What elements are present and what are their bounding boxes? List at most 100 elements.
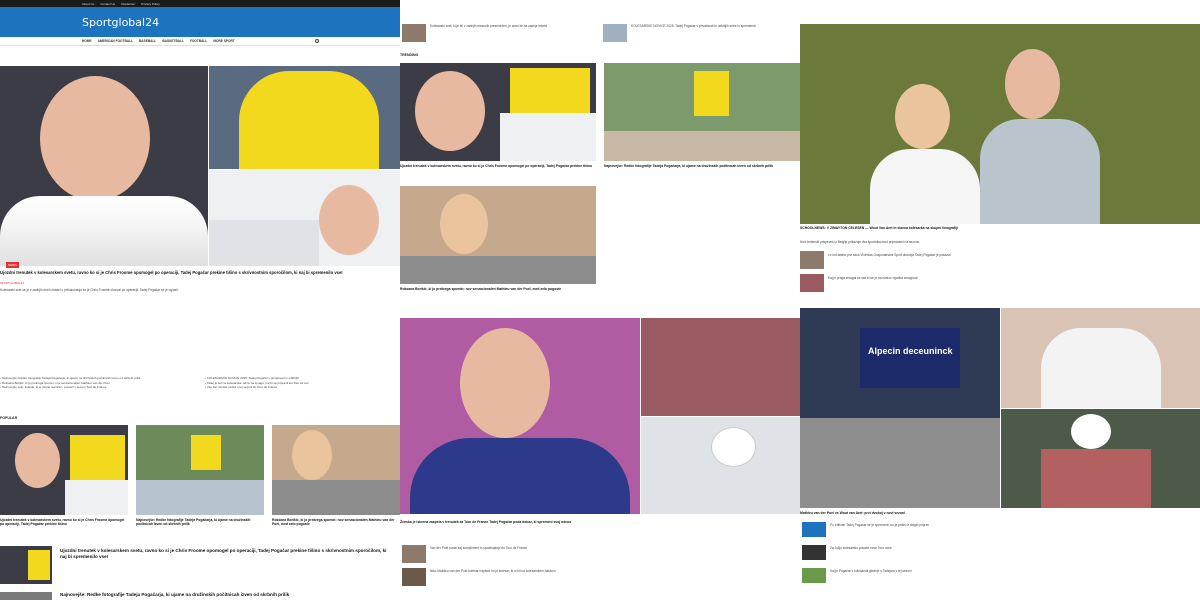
hero-meta: SPORTGLOBAL24: [0, 281, 24, 285]
topbar-link[interactable]: Contact Us: [100, 2, 115, 6]
hero-headline[interactable]: Ujozdni trenutek v kolesarskem svetu, ra…: [0, 270, 360, 275]
white-shirt: [870, 149, 980, 224]
nav-item-basketball[interactable]: BASKETBALL: [162, 39, 184, 43]
list-headline[interactable]: Kaj je Pogačar v kolesarski gibanje s Ta…: [830, 569, 1190, 573]
section-title: POPULAR: [0, 416, 18, 420]
patient-face: [319, 185, 379, 255]
hospital-thumb: [65, 480, 128, 515]
yellow-jersey: [70, 435, 125, 480]
yellow-jersey: [28, 550, 50, 580]
side-image[interactable]: [641, 318, 800, 416]
yellow-jersey: [694, 71, 729, 116]
trend-image[interactable]: [400, 63, 596, 161]
photo-strip: [400, 256, 596, 284]
list-headline[interactable]: Niko Mathieu van der Poel kolesar napisa…: [430, 569, 790, 573]
list-headline[interactable]: Po trditvah Tadej Pogačar se je spremeni…: [830, 523, 1190, 527]
side-image[interactable]: [641, 417, 800, 514]
list-thumb[interactable]: [402, 568, 426, 586]
jersey: [1041, 449, 1151, 508]
category-tag[interactable]: NEWS: [6, 262, 19, 268]
helmet: [1071, 414, 1111, 449]
topbar-link[interactable]: Privacy Policy: [141, 2, 160, 6]
list-thumb[interactable]: [802, 522, 826, 537]
yellow-jersey: [510, 68, 590, 113]
yellow-jersey: [239, 71, 379, 169]
rider-face: [40, 76, 150, 201]
card-image[interactable]: [136, 425, 264, 515]
top-links-bar: About Us Contact Us Disclaimer Privacy P…: [0, 0, 400, 7]
list-headline[interactable]: Kaj je praga zmagal za vse ki se je na n…: [828, 276, 1188, 280]
jersey: [410, 438, 630, 514]
list-headline[interactable]: Kolesarski svet, ki je bil v zadnjih mes…: [430, 24, 595, 28]
list-thumb[interactable]: [0, 592, 52, 600]
hero-image-main[interactable]: [0, 66, 208, 266]
card-image[interactable]: [0, 425, 128, 515]
site-logo[interactable]: Sportglobal24: [82, 16, 159, 29]
feature-image[interactable]: [400, 186, 596, 284]
page-capture-left: About Us Contact Us Disclaimer Privacy P…: [0, 0, 400, 600]
list-thumb[interactable]: [802, 568, 826, 583]
list-thumb[interactable]: [800, 274, 824, 292]
rider-face: [460, 328, 550, 438]
main-nav: HOME AMERICAN FOOTBALL BASEBALL BASKETBA…: [0, 37, 400, 46]
hero-headline[interactable]: SCHOOLNEWS: V ZIMAYTON CELESEN — Wout Va…: [800, 226, 1190, 230]
list-headline[interactable]: KOLESARSKE NOVICE 2025: Tadej Pogačar v …: [631, 24, 796, 28]
related-link[interactable]: Najnovejše zelo: kolesar, ki je skoraj r…: [0, 385, 195, 390]
big-image-cyclist[interactable]: [400, 318, 640, 514]
trend-headline[interactable]: Ujozdni trenutek v kolesarskem svetu, ra…: [400, 164, 596, 168]
hero-lead: Kolesarski svet se je v zadnjih dneh zna…: [0, 288, 179, 292]
trend-image[interactable]: [604, 63, 800, 161]
feature-headline[interactable]: Roksana Borikić, ki jo prekrega spomin: …: [400, 287, 596, 291]
page-capture-right: SCHOOLNEWS: V ZIMAYTON CELESEN — Wout Va…: [800, 0, 1200, 600]
list-headline[interactable]: Za Julijo kolesarsko pokaže nove Tour no…: [830, 546, 1190, 550]
alpecin-image[interactable]: Alpecin deceuninck: [800, 308, 1000, 508]
nav-item-home[interactable]: HOME: [82, 39, 92, 43]
page-capture-middle: Kolesarski svet, ki je bil v zadnjih mes…: [400, 0, 800, 600]
card-headline[interactable]: Roksana Borikić, ki jo prekrega spomin: …: [272, 518, 400, 527]
hero-image-couple[interactable]: [800, 24, 1200, 224]
woman-face: [440, 194, 488, 254]
hero-lead: Novi tedenski prispevek iz Belgije prika…: [800, 240, 921, 244]
search-icon[interactable]: [315, 39, 319, 43]
list-headline[interactable]: Ujozdni trenutek v kolesarskem svetu, ra…: [60, 548, 390, 560]
related-link[interactable]: Vse kar morate vedeti o tej sezoni do To…: [205, 385, 400, 390]
list-thumb[interactable]: [0, 546, 52, 584]
list-thumb[interactable]: [800, 251, 824, 269]
card-headline[interactable]: Najnovejše: Redke fotografije Tadeja Pog…: [136, 518, 264, 527]
list-headline[interactable]: Le kot lastna prvi skok Viverkas Gospoda…: [828, 253, 1188, 257]
side-image[interactable]: [1001, 308, 1200, 408]
list-thumb[interactable]: [802, 545, 826, 560]
grey-shirt: [980, 119, 1100, 224]
photo-strip: [272, 480, 400, 515]
card-image[interactable]: [272, 425, 400, 515]
yellow-jersey: [191, 435, 221, 470]
side-image[interactable]: [1001, 409, 1200, 508]
hero-image-hospital[interactable]: [209, 170, 400, 266]
nav-item-american-football[interactable]: AMERICAN FOOTBALL: [98, 39, 133, 43]
hero-image-yellow[interactable]: [209, 66, 400, 169]
card-headline[interactable]: Ujozdni trenutek v kolesarskem svetu, ra…: [0, 518, 128, 527]
list-thumb[interactable]: [402, 24, 426, 42]
alpecin-text: Alpecin deceuninck: [868, 346, 953, 356]
photo-strip: [136, 480, 264, 515]
big-headline[interactable]: Ženska je iskrena zaspela v trenutek za …: [400, 520, 780, 524]
list-thumb[interactable]: [603, 24, 627, 42]
topbar-link[interactable]: Disclaimer: [121, 2, 135, 6]
rider-face: [15, 433, 60, 488]
topbar-link[interactable]: About Us: [82, 2, 94, 6]
related-list-left: Najnovejše: Redke fotografije Tadeja Pog…: [0, 376, 195, 390]
nav-item-football[interactable]: FOOTBALL: [190, 39, 207, 43]
list-headline[interactable]: Van der Poel podal kaj kompliment in spo…: [430, 546, 790, 550]
nav-item-more-sport[interactable]: MORE SPORT: [213, 39, 234, 43]
list-headline[interactable]: Najnovejše: Redke fotografije Tadeja Pog…: [60, 592, 390, 598]
race-photo: [800, 418, 1000, 508]
trend-headline[interactable]: Najnovejše: Redke fotografije Tadeja Pog…: [604, 164, 800, 168]
man-face: [1005, 49, 1060, 119]
site-header: Sportglobal24: [0, 7, 400, 37]
photo-strip: [604, 131, 800, 161]
mid-headline[interactable]: Mathieu van der Poel vs Wout van Aert: p…: [800, 511, 1190, 515]
nav-item-baseball[interactable]: BASEBALL: [139, 39, 156, 43]
alpecin-jersey: Alpecin deceuninck: [860, 328, 960, 388]
list-thumb[interactable]: [402, 545, 426, 563]
section-title: TRENDING: [400, 53, 419, 57]
